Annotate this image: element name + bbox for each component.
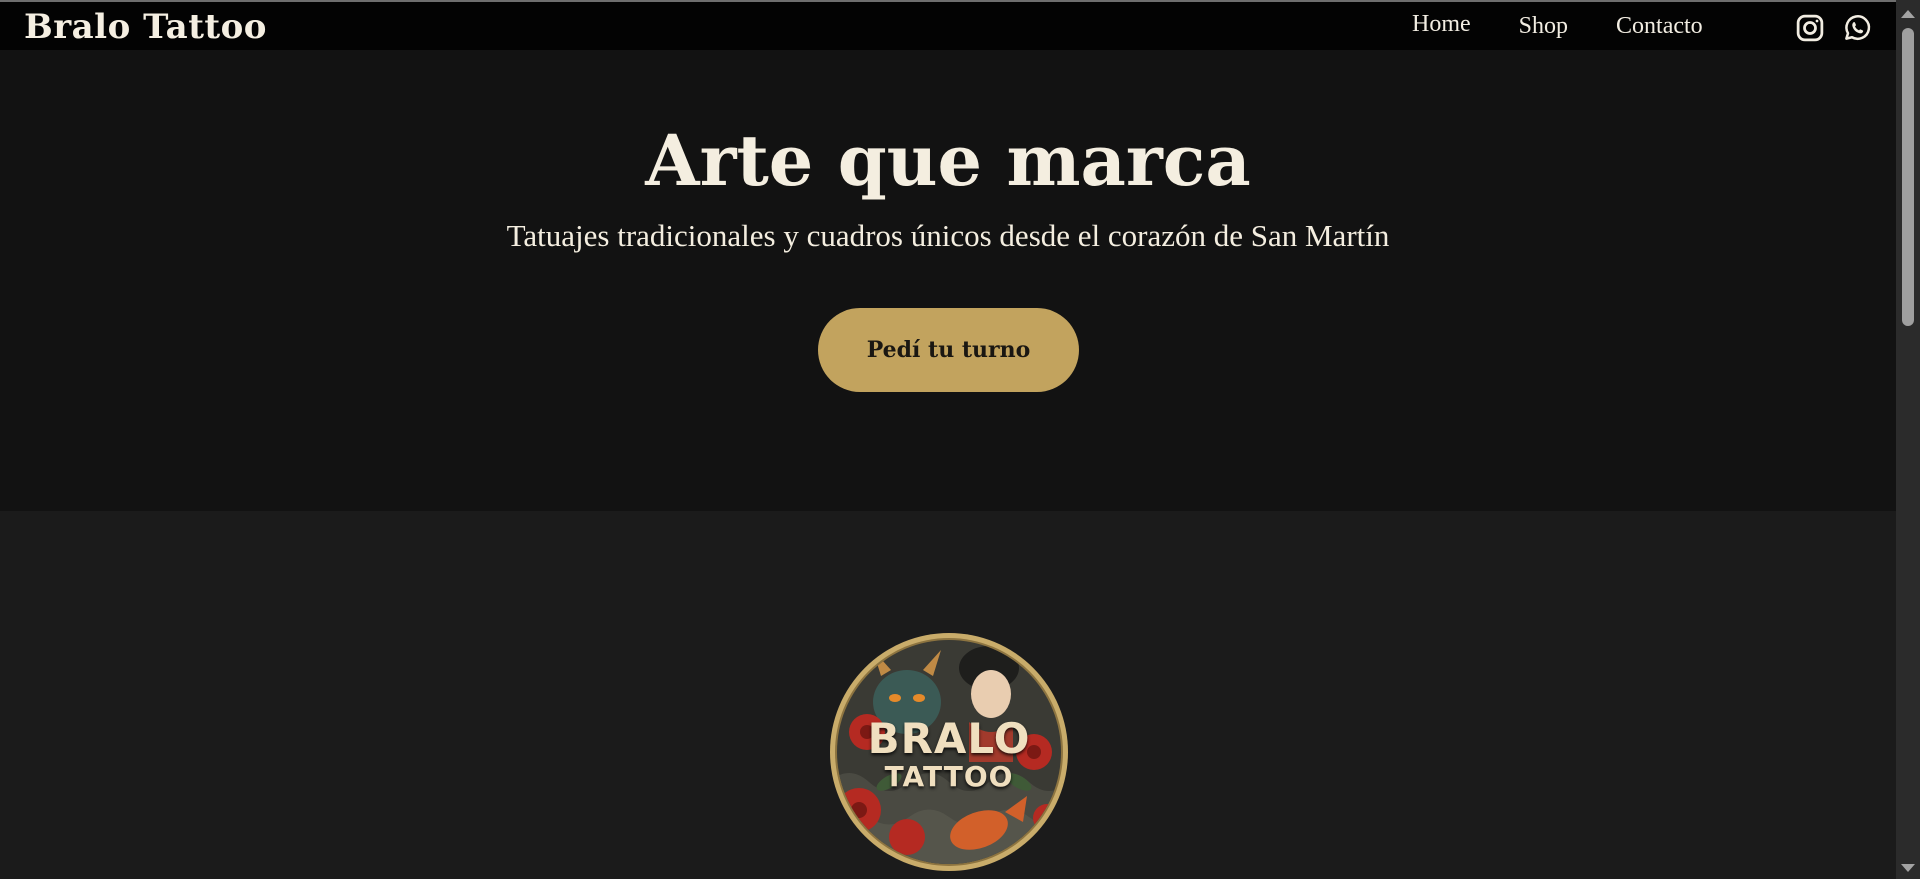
brand-logo-text[interactable]: Bralo Tattoo: [24, 5, 267, 49]
nav-link-home[interactable]: Home: [1412, 0, 1471, 48]
nav-link-shop[interactable]: Shop: [1519, 2, 1568, 50]
hero-subtitle: Tatuajes tradicionales y cuadros únicos …: [506, 218, 1390, 253]
scrollbar-thumb[interactable]: [1902, 28, 1914, 326]
vertical-scrollbar[interactable]: [1896, 0, 1920, 879]
nav-link-contacto[interactable]: Contacto: [1616, 2, 1703, 50]
book-appointment-button[interactable]: Pedí tu turno: [818, 308, 1079, 392]
hero-section: Arte que marca Tatuajes tradicionales y …: [0, 50, 1896, 511]
instagram-icon[interactable]: [1795, 13, 1825, 43]
logo-text-bralo: BRALO: [867, 714, 1031, 763]
scroll-up-arrow-icon[interactable]: [1901, 10, 1915, 18]
hero-title: Arte que marca: [645, 119, 1251, 202]
scroll-down-arrow-icon[interactable]: [1901, 864, 1915, 872]
whatsapp-icon[interactable]: [1842, 13, 1872, 43]
nav-links: Home Shop Contacto: [1412, 2, 1703, 50]
logo-text-tattoo: TATTOO: [884, 760, 1014, 793]
navbar: Bralo Tattoo Home Shop Contacto: [0, 2, 1896, 50]
bralo-tattoo-logo: BRALO TATTOO: [829, 632, 1069, 872]
